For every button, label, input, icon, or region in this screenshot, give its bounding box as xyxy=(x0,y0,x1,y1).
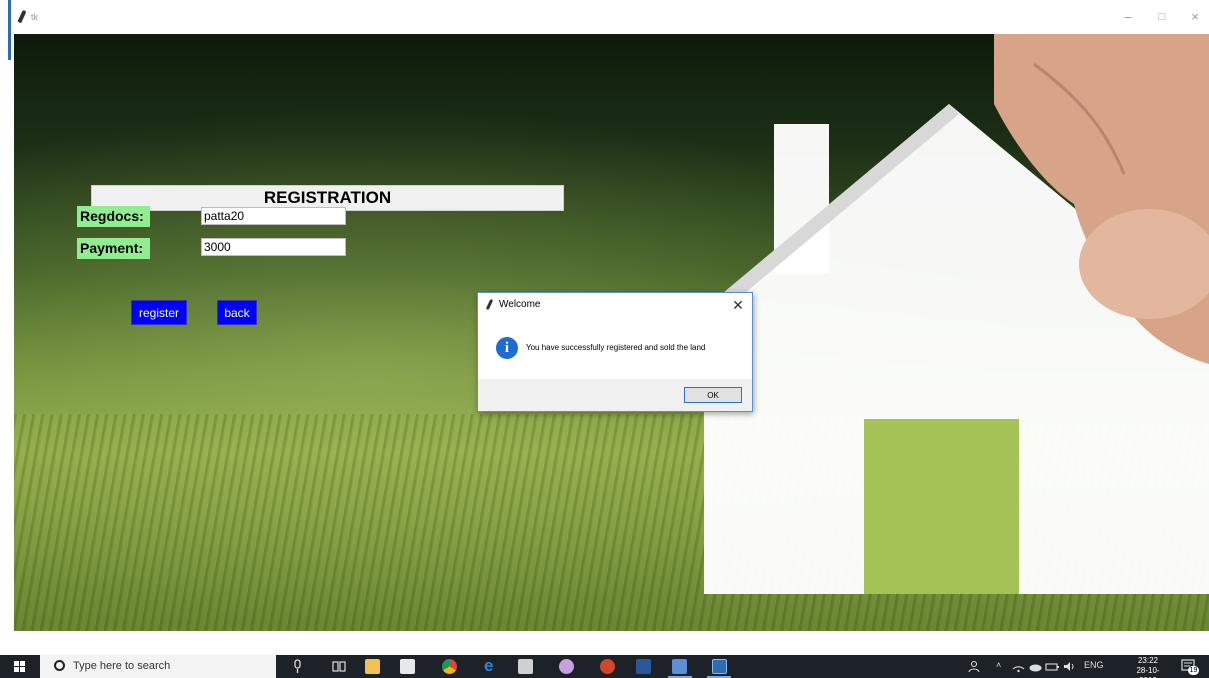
minimize-button[interactable]: – xyxy=(1113,8,1143,26)
back-button[interactable]: back xyxy=(217,300,257,325)
dialog-titlebar: Welcome ✕ xyxy=(478,293,752,317)
python-idle-icon[interactable] xyxy=(672,659,687,674)
taskbar-search-placeholder: Type here to search xyxy=(73,660,171,672)
payment-input[interactable] xyxy=(201,238,346,256)
regdocs-input[interactable] xyxy=(201,207,346,225)
regdocs-label: Regdocs: xyxy=(77,206,150,227)
powerpoint-icon[interactable] xyxy=(600,659,615,674)
language-indicator[interactable]: ENG xyxy=(1084,660,1104,670)
wifi-icon[interactable] xyxy=(1011,659,1026,674)
dialog-ok-button[interactable]: OK xyxy=(684,387,742,403)
window-title: tk xyxy=(31,12,39,22)
dialog-feather-icon xyxy=(485,298,494,311)
welcome-dialog: Welcome ✕ i You have successfully regist… xyxy=(477,292,753,412)
dialog-close-button[interactable]: ✕ xyxy=(728,295,748,315)
hand-image xyxy=(994,34,1209,364)
window-accent-strip xyxy=(8,0,11,60)
windows-start-icon[interactable] xyxy=(4,655,36,678)
notification-count-badge: 19 xyxy=(1188,666,1199,675)
dialog-title: Welcome xyxy=(499,299,541,310)
window-titlebar: tk – □ × xyxy=(0,0,1209,34)
taskbar: Type here to search e ˄ ENG 23:22 28-10-… xyxy=(0,655,1209,678)
payment-label: Payment: xyxy=(77,238,150,259)
people-icon[interactable] xyxy=(968,659,983,674)
maximize-button[interactable]: □ xyxy=(1147,8,1177,26)
tk-feather-icon xyxy=(17,9,27,24)
onedrive-cloud-icon[interactable] xyxy=(1028,659,1043,674)
register-button[interactable]: register xyxy=(131,300,187,325)
word-icon[interactable] xyxy=(636,659,651,674)
task-view-icon[interactable] xyxy=(332,659,347,674)
volume-icon[interactable] xyxy=(1062,659,1077,674)
chrome-icon[interactable] xyxy=(442,659,457,674)
battery-icon[interactable] xyxy=(1045,659,1060,674)
action-center-button[interactable]: 19 xyxy=(1180,658,1199,675)
info-icon: i xyxy=(496,337,518,359)
microphone-icon[interactable] xyxy=(290,659,305,674)
edge-icon[interactable]: e xyxy=(484,657,499,674)
tk-app-icon[interactable] xyxy=(712,659,727,674)
taskbar-search-box[interactable]: Type here to search xyxy=(40,655,276,678)
paint-icon[interactable] xyxy=(559,659,574,674)
taskbar-clock[interactable]: 23:22 28-10-2019 xyxy=(1130,656,1166,678)
clock-date: 28-10-2019 xyxy=(1136,666,1160,678)
dialog-body: i You have successfully registered and s… xyxy=(478,317,752,379)
clock-time: 23:22 xyxy=(1137,656,1159,665)
file-explorer-icon[interactable] xyxy=(365,659,380,674)
mail-icon[interactable] xyxy=(518,659,533,674)
cortana-icon xyxy=(54,660,65,671)
tray-overflow-chevron[interactable]: ˄ xyxy=(996,660,1001,670)
store-icon[interactable] xyxy=(400,659,415,674)
dialog-message: You have successfully registered and sol… xyxy=(526,343,706,352)
close-button[interactable]: × xyxy=(1180,8,1209,26)
